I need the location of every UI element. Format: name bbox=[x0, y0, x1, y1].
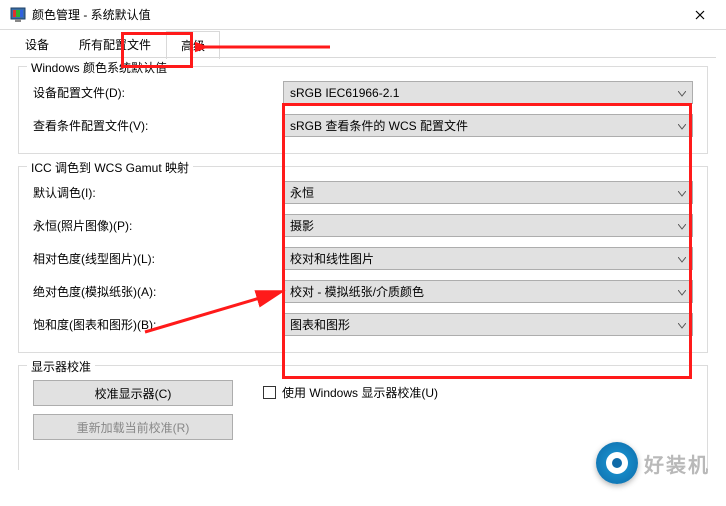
use-windows-calib-label: 使用 Windows 显示器校准(U) bbox=[282, 384, 438, 401]
dropdown-view-cond[interactable]: sRGB 查看条件的 WCS 配置文件 bbox=[283, 114, 693, 137]
legend-display-calib: 显示器校准 bbox=[27, 358, 95, 375]
label-abs-col: 绝对色度(模拟纸张)(A): bbox=[33, 283, 283, 300]
chevron-down-icon bbox=[678, 186, 686, 200]
label-rel-col: 相对色度(线型图片)(L): bbox=[33, 250, 283, 267]
close-icon bbox=[695, 10, 705, 20]
chevron-down-icon bbox=[678, 252, 686, 266]
legend-wcs-defaults: Windows 颜色系统默认值 bbox=[27, 59, 171, 76]
label-device-profile: 设备配置文件(D): bbox=[33, 84, 283, 101]
dropdown-sat-value: 图表和图形 bbox=[290, 316, 350, 333]
window-title: 颜色管理 - 系统默认值 bbox=[32, 6, 677, 23]
watermark-text: 好装机 bbox=[644, 449, 710, 478]
dropdown-abs-col[interactable]: 校对 - 模拟纸张/介质颜色 bbox=[283, 280, 693, 303]
chevron-down-icon bbox=[678, 119, 686, 133]
watermark: 好装机 bbox=[596, 442, 710, 484]
dropdown-rel-col[interactable]: 校对和线性图片 bbox=[283, 247, 693, 270]
reload-calibration-button[interactable]: 重新加载当前校准(R) bbox=[33, 414, 233, 440]
fieldset-icc-gamut: ICC 调色到 WCS Gamut 映射 默认调色(I): 永恒 永恒(照片图像… bbox=[18, 166, 708, 353]
dropdown-default-intent[interactable]: 永恒 bbox=[283, 181, 693, 204]
content-area: Windows 颜色系统默认值 设备配置文件(D): sRGB IEC61966… bbox=[0, 58, 726, 490]
label-view-cond: 查看条件配置文件(V): bbox=[33, 117, 283, 134]
label-default-intent: 默认调色(I): bbox=[33, 184, 283, 201]
use-windows-calib-checkbox[interactable] bbox=[263, 386, 276, 399]
titlebar: 颜色管理 - 系统默认值 bbox=[0, 0, 726, 30]
dropdown-device-profile-value: sRGB IEC61966-2.1 bbox=[290, 86, 399, 100]
dropdown-view-cond-value: sRGB 查看条件的 WCS 配置文件 bbox=[290, 117, 468, 134]
dropdown-rel-col-value: 校对和线性图片 bbox=[290, 250, 374, 267]
calibrate-display-button[interactable]: 校准显示器(C) bbox=[33, 380, 233, 406]
dropdown-device-profile[interactable]: sRGB IEC61966-2.1 bbox=[283, 81, 693, 104]
dropdown-sat[interactable]: 图表和图形 bbox=[283, 313, 693, 336]
chevron-down-icon bbox=[678, 285, 686, 299]
dropdown-perm-photo-value: 摄影 bbox=[290, 217, 314, 234]
tab-all-profiles[interactable]: 所有配置文件 bbox=[64, 30, 166, 58]
label-perm-photo: 永恒(照片图像)(P): bbox=[33, 217, 283, 234]
dropdown-abs-col-value: 校对 - 模拟纸张/介质颜色 bbox=[290, 283, 424, 300]
app-icon bbox=[10, 7, 26, 23]
fieldset-wcs-defaults: Windows 颜色系统默认值 设备配置文件(D): sRGB IEC61966… bbox=[18, 66, 708, 154]
tab-advanced[interactable]: 高级 bbox=[166, 31, 220, 59]
watermark-logo bbox=[596, 442, 638, 484]
chevron-down-icon bbox=[678, 219, 686, 233]
tab-strip: 设备 所有配置文件 高级 bbox=[0, 30, 726, 58]
dropdown-default-intent-value: 永恒 bbox=[290, 184, 314, 201]
legend-icc-gamut: ICC 调色到 WCS Gamut 映射 bbox=[27, 159, 193, 176]
chevron-down-icon bbox=[678, 318, 686, 332]
tab-devices[interactable]: 设备 bbox=[10, 30, 64, 58]
label-sat: 饱和度(图表和图形)(B): bbox=[33, 316, 283, 333]
dropdown-perm-photo[interactable]: 摄影 bbox=[283, 214, 693, 237]
chevron-down-icon bbox=[678, 86, 686, 100]
tab-underline bbox=[10, 57, 716, 58]
close-button[interactable] bbox=[677, 0, 722, 30]
